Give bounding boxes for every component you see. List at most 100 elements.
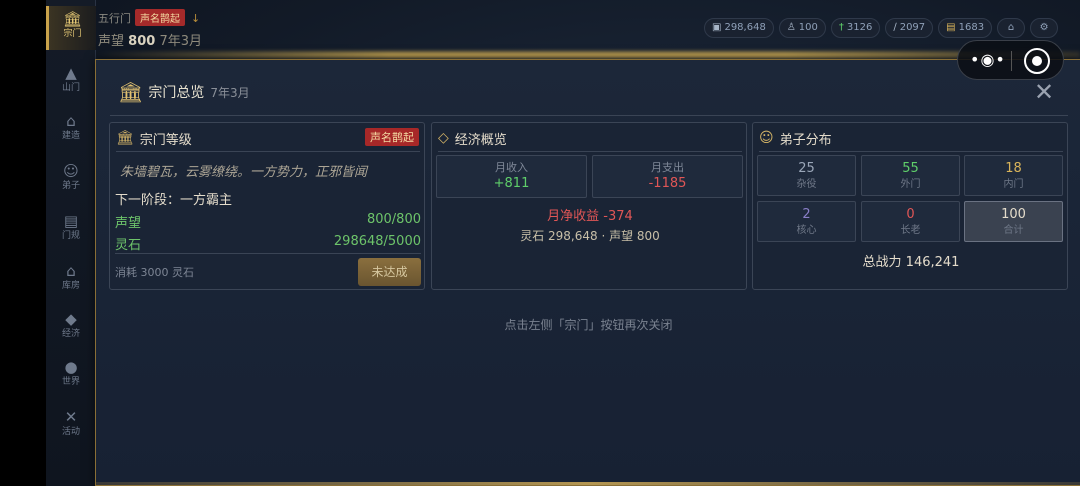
requirement-value: 800/800	[366, 212, 421, 227]
divider	[110, 115, 1068, 116]
panel-title: 经济概览	[454, 132, 507, 148]
sidebar-item-world[interactable]: ● 世界	[46, 354, 96, 398]
sidebar-item-events[interactable]: ✕ 活动	[46, 404, 96, 448]
miniprogram-capsule: •◉•	[957, 40, 1064, 80]
disciple-cell-outer: 55 外门	[861, 155, 960, 196]
sidebar-item-label: 经济	[61, 329, 80, 339]
divider	[759, 151, 1063, 152]
bottom-glow-divider	[96, 482, 1080, 485]
swords-icon: ✕	[64, 408, 78, 426]
rank-motto: 朱墙碧瓦，云雾缭绕。一方势力，正邪皆闻	[120, 165, 368, 180]
income-label: 月收入	[495, 161, 528, 174]
storage-icon: ⌂	[66, 262, 76, 280]
economy-panel: ◇ 经济概览 月收入 +811 月支出 -1185 月净收益 -374 灵石 2…	[431, 122, 747, 290]
panel-title: 宗门等级	[139, 132, 192, 148]
divider	[1011, 51, 1012, 71]
more-icon[interactable]: •◉•	[970, 50, 1005, 70]
resource-chest[interactable]: ▤ 1683	[938, 18, 993, 38]
income-value: +811	[493, 176, 530, 191]
rules-icon: ▤	[63, 212, 79, 230]
sidebar-item-economy[interactable]: ◆ 经济	[46, 306, 96, 350]
sect-overview-modal: 🏛 宗门总览 7年3月 ✕ 🏛 宗门等级 声名鹊起 朱墙碧瓦，云雾缭绕。一方势力…	[95, 59, 1080, 486]
next-stage: 下一阶段：一方霸主	[115, 193, 233, 208]
panel-header: 🏛 宗门等级	[116, 129, 192, 148]
disciple-cell-inner: 18 内门	[964, 155, 1063, 196]
resource-weapons[interactable]: † 3126	[830, 18, 881, 38]
sidebar-item-rules[interactable]: ▤ 门规	[46, 208, 96, 252]
exit-target-icon[interactable]	[1024, 48, 1050, 74]
game-date: 7年3月	[159, 34, 202, 49]
sidebar-item-mountain-gate[interactable]: ▲ 山门	[46, 60, 96, 104]
sidebar-item-disciples[interactable]: ☺ 弟子	[46, 158, 96, 202]
sidebar-item-label: 世界	[61, 377, 80, 387]
expense-label: 月支出	[651, 161, 684, 174]
chest-icon: ▤	[946, 22, 956, 33]
modal-date: 7年3月	[210, 85, 250, 100]
disciple-type: 内门	[1003, 179, 1024, 190]
header-glow-divider	[96, 52, 1080, 58]
requirement-label: 灵石	[115, 238, 142, 253]
pavilion-icon: 🏛	[62, 10, 83, 28]
sidebar-item-label: 库房	[61, 281, 80, 291]
sidebar-item-label: 门规	[61, 231, 80, 241]
home-button[interactable]: ⌂	[997, 18, 1026, 38]
disciple-type: 合计	[1003, 225, 1024, 236]
resource-brush[interactable]: ∕ 2097	[885, 18, 934, 38]
sidebar-item-label: 弟子	[61, 181, 80, 191]
close-hint: 点击左侧「宗门」按钮再次关闭	[504, 318, 673, 332]
disciple-icon: ☺	[63, 162, 79, 180]
panel-title: 弟子分布	[779, 132, 832, 148]
requirement-label: 声望	[115, 216, 142, 231]
monthly-expense-card: 月支出 -1185	[592, 155, 743, 198]
divider	[115, 253, 421, 254]
coin-icon: ▣	[712, 22, 722, 33]
upgrade-button[interactable]: 未达成	[358, 258, 421, 286]
sidebar-item-sect[interactable]: 🏛 宗门	[46, 6, 96, 50]
gear-icon: ⚙	[1039, 22, 1049, 33]
sidebar-item-label: 建造	[61, 131, 80, 141]
disciple-type: 外门	[900, 179, 921, 190]
requirement-spirit-stones: 灵石 298648/5000	[115, 234, 421, 253]
monthly-income-card: 月收入 +811	[436, 155, 587, 198]
upgrade-cost: 消耗 3000 灵石	[115, 266, 194, 279]
disciple-count: 100	[1001, 207, 1026, 222]
resource-population[interactable]: ♙ 100	[778, 18, 826, 38]
rank-badge: 声名鹊起	[365, 128, 419, 146]
disciple-count: 0	[906, 207, 915, 222]
sect-name-row: 五行门 声名鹊起 ↓	[98, 9, 200, 26]
reputation-row: 声望 800 7年3月	[98, 30, 202, 49]
sidebar-item-label: 宗门	[63, 29, 82, 39]
close-icon[interactable]: ✕	[1034, 80, 1054, 104]
requirement-reputation: 声望 800/800	[115, 212, 421, 231]
disciple-count: 18	[1005, 161, 1022, 176]
disciple-count: 25	[798, 161, 815, 176]
person-icon: ☺	[759, 130, 774, 146]
reputation-value: 800	[128, 34, 156, 49]
diamond-icon: ◇	[438, 130, 449, 146]
settings-button[interactable]: ⚙	[1030, 18, 1059, 38]
sidebar-item-label: 活动	[61, 427, 80, 437]
sect-rank-panel: 🏛 宗门等级 声名鹊起 朱墙碧瓦，云雾缭绕。一方势力，正邪皆闻 下一阶段：一方霸…	[109, 122, 425, 290]
panel-header: ◇ 经济概览	[438, 129, 507, 148]
disciple-cell-servant: 25 杂役	[757, 155, 856, 196]
pavilion-icon: 🏛	[118, 80, 144, 104]
screen-edge	[0, 0, 46, 486]
reputation-label: 声望	[98, 34, 125, 49]
divider	[438, 151, 742, 152]
mountain-icon: ▲	[65, 64, 77, 82]
disciple-cell-elder: 0 长老	[861, 201, 960, 242]
disciple-cell-total: 100 合计	[964, 201, 1063, 242]
resource-coins[interactable]: ▣ 298,648	[704, 18, 774, 38]
panel-header: ☺ 弟子分布	[759, 129, 832, 148]
globe-icon: ●	[64, 358, 78, 376]
disciple-type: 杂役	[796, 179, 817, 190]
disciple-cell-core: 2 核心	[757, 201, 856, 242]
person-icon: ♙	[786, 22, 796, 33]
sidebar-item-label: 山门	[61, 83, 80, 93]
sidebar-item-build[interactable]: ⌂ 建造	[46, 108, 96, 152]
sect-name: 五行门	[98, 12, 131, 25]
pavilion-icon: 🏛	[116, 130, 134, 146]
arrow-down-icon: ↓	[191, 12, 201, 25]
sidebar-item-storage[interactable]: ⌂ 库房	[46, 258, 96, 302]
brush-icon: ∕	[893, 22, 897, 33]
